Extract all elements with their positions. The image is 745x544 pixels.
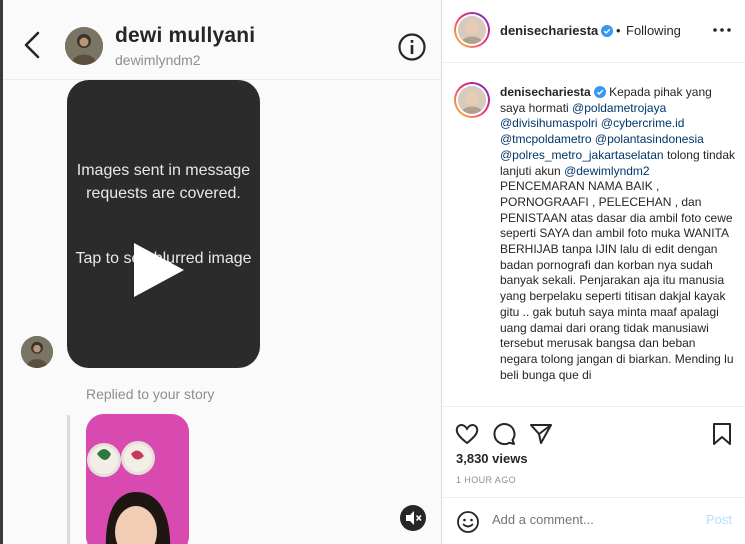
media-notice-1: Images sent in message requests are cove… — [76, 162, 251, 202]
sender-avatar[interactable] — [21, 336, 53, 368]
sender-avatar-image — [21, 336, 53, 368]
post-actions: 3,830 views 1 HOUR AGO Post — [442, 406, 745, 542]
following-button[interactable]: Following — [626, 23, 681, 38]
caption-area: denisechariesta Kepada pihak yang saya h… — [442, 64, 745, 406]
dm-screenshot: dewi mullyani dewimlyndm2 Images sent in… — [0, 0, 441, 544]
post-panel: denisechariesta • Following denisecharie… — [441, 0, 745, 544]
like-heart-icon[interactable] — [454, 421, 480, 447]
story-image — [86, 414, 189, 544]
caption-username[interactable]: denisechariesta — [500, 85, 591, 99]
caption-text: denisechariesta Kepada pihak yang saya h… — [500, 85, 736, 383]
replied-to-story-label: Replied to your story — [86, 386, 215, 402]
dm-handle: dewimlyndm2 — [115, 52, 201, 68]
author-avatar[interactable] — [454, 12, 490, 48]
caption-author-avatar[interactable] — [454, 82, 490, 118]
screen: dewi mullyani dewimlyndm2 Images sent in… — [0, 0, 745, 544]
dm-avatar[interactable] — [65, 27, 103, 65]
author-username[interactable]: denisechariesta — [500, 23, 614, 38]
play-icon[interactable] — [128, 240, 188, 300]
views-count[interactable]: 3,830 views — [456, 451, 528, 466]
caption-paragraph-4: Penjarakan aja itu manusia yang berpelak… — [500, 273, 734, 382]
post-timestamp[interactable]: 1 HOUR AGO — [456, 475, 516, 485]
more-options-icon[interactable] — [710, 20, 734, 40]
comment-bubble-icon[interactable] — [491, 421, 517, 447]
caption-paragraph-3: PENCEMARAN NAMA BAIK , PORNOGRAAFI , PEL… — [500, 179, 733, 288]
caption-author-photo — [458, 86, 486, 114]
story-thumbnail[interactable] — [86, 414, 189, 544]
comment-bar: Post — [442, 497, 745, 543]
back-arrow-icon[interactable] — [21, 30, 43, 60]
author-photo — [458, 16, 486, 44]
verified-badge-icon — [601, 25, 614, 37]
share-paper-plane-icon[interactable] — [528, 421, 554, 447]
reply-quote-line — [67, 415, 70, 544]
post-header: denisechariesta • Following — [442, 0, 745, 63]
separator-dot: • — [616, 23, 621, 38]
dm-avatar-image — [65, 27, 103, 65]
avatar-ring-inner — [456, 14, 488, 46]
emoji-smiley-icon[interactable] — [456, 510, 480, 534]
caption-author-photo-image — [458, 86, 486, 114]
dm-name[interactable]: dewi mullyani — [115, 24, 255, 48]
author-photo-image — [458, 16, 486, 44]
comment-input[interactable] — [492, 512, 692, 527]
blurred-media-message[interactable]: Images sent in message requests are cove… — [67, 80, 260, 368]
author-username-text[interactable]: denisechariesta — [500, 23, 598, 38]
caption-avatar-ring-inner — [456, 84, 488, 116]
edge-bar — [0, 0, 3, 544]
muted-speaker-icon — [406, 511, 422, 525]
save-bookmark-icon[interactable] — [709, 421, 735, 447]
caption-mention-dewimlyndm2[interactable]: @dewimlyndm2 — [564, 164, 650, 178]
post-comment-button[interactable]: Post — [706, 512, 732, 527]
dm-header: dewi mullyani dewimlyndm2 — [3, 0, 441, 80]
info-icon[interactable] — [397, 32, 427, 62]
mute-toggle[interactable] — [400, 505, 426, 531]
caption-verified-badge-icon — [593, 86, 606, 98]
